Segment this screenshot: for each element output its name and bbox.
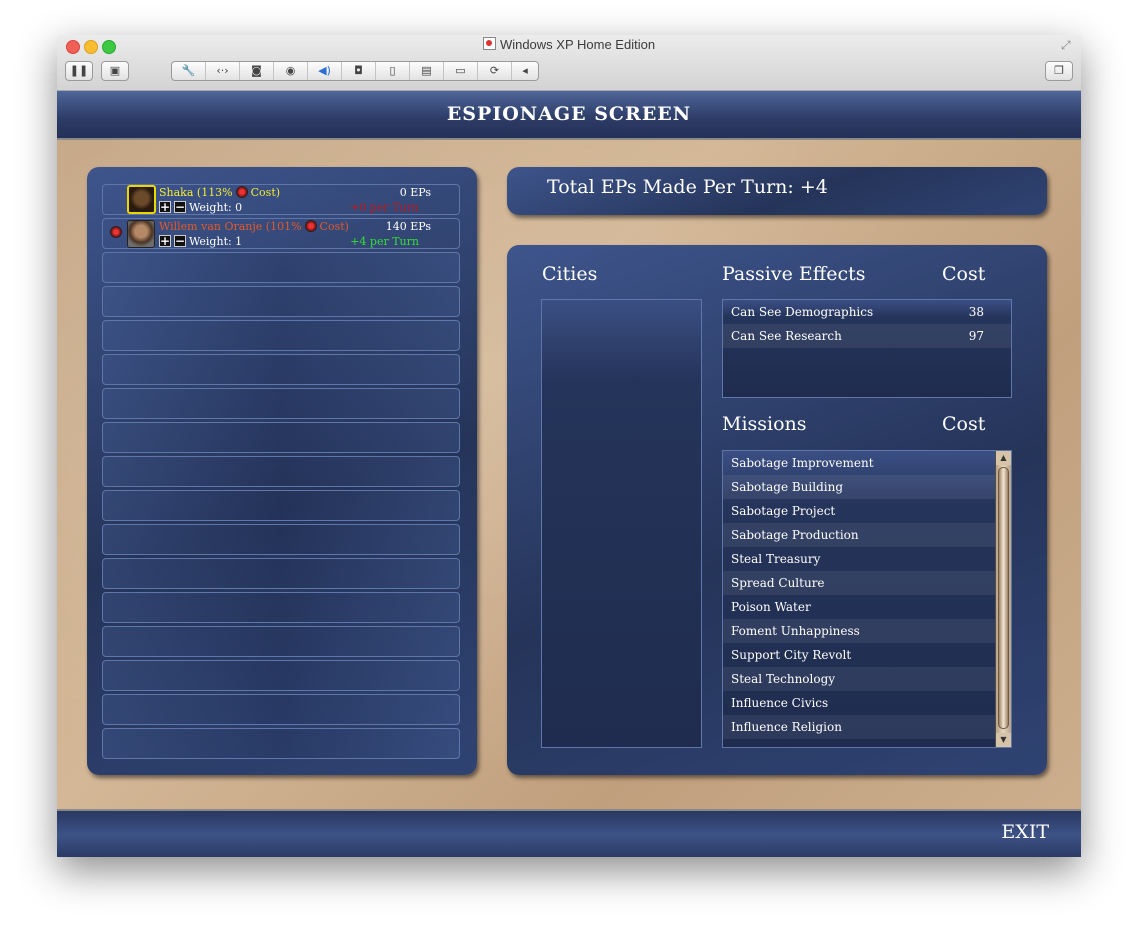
empty-civ-row [102, 252, 460, 283]
mission-item[interactable]: Sabotage Building [723, 475, 995, 499]
mission-item[interactable]: Foment Unhappiness [723, 619, 995, 643]
mission-item[interactable]: Steal Technology [723, 667, 995, 691]
usb-icon[interactable]: ▯ [376, 62, 410, 80]
camera-icon[interactable]: ◘ [342, 62, 376, 80]
weight-controls: + − [159, 235, 189, 248]
leader-portrait-willem[interactable] [127, 220, 155, 248]
snapshot-button[interactable]: ▣ [101, 61, 129, 81]
civ-row-shaka[interactable]: Shaka (113% Cost) 0 EPs + − Weight: 0 +0 p… [102, 184, 460, 215]
civ-weight: Weight: 0 [189, 201, 243, 214]
exit-button[interactable]: EXIT [1001, 821, 1049, 843]
cd-icon[interactable]: ◉ [274, 62, 308, 80]
weight-controls: + − [159, 201, 189, 214]
mission-item[interactable]: Sabotage Improvement [723, 451, 995, 475]
pause-icon: ❚❚ [69, 64, 89, 77]
pause-button[interactable]: ❚❚ [65, 61, 93, 81]
sound-icon[interactable]: ◀) [308, 62, 342, 80]
mission-item[interactable]: Sabotage Production [723, 523, 995, 547]
sync-icon[interactable]: ⟳ [478, 62, 512, 80]
mission-item[interactable]: Steal Treasury [723, 547, 995, 571]
empty-civ-row [102, 592, 460, 623]
total-eps-panel: Total EPs Made Per Turn: +4 [507, 167, 1047, 215]
storage-icon[interactable]: ▭ [444, 62, 478, 80]
civ-weight: Weight: 1 [189, 235, 243, 248]
window-title: Windows XP Home Edition [57, 37, 1081, 52]
civ-per-turn: +0 per Turn [350, 201, 419, 214]
civ-eps: 140 EPs [385, 220, 431, 233]
mission-item[interactable]: Poison Water [723, 595, 995, 619]
vm-window: Windows XP Home Edition ⤢ ❚❚ ▣ 🔧 ‹·› ◙ ◉… [57, 35, 1081, 857]
civ-list-panel: Shaka (113% Cost) 0 EPs + − Weight: 0 +0 p… [87, 167, 477, 775]
game-screen: ESPIONAGE SCREEN Shaka (113% Cost) 0 EPs … [57, 91, 1081, 857]
mission-item[interactable]: Influence Religion [723, 715, 995, 739]
disk-icon[interactable]: ◙ [240, 62, 274, 80]
scroll-up-icon[interactable]: ▲ [996, 451, 1011, 465]
missions-cost-header: Cost [942, 413, 986, 435]
window-icon: ❐ [1054, 64, 1064, 77]
empty-civ-row [102, 320, 460, 351]
civ-per-turn: +4 per Turn [350, 235, 419, 248]
empty-civ-row [102, 524, 460, 555]
passive-effects-list[interactable]: Can See Demographics 38 Can See Research 9… [722, 299, 1012, 398]
empty-civ-row [102, 558, 460, 589]
leader-portrait-shaka[interactable] [127, 185, 156, 214]
passive-effects-header: Passive Effects [722, 263, 866, 285]
missions-panel: Cities Passive Effects Cost Can See Demo… [507, 245, 1047, 775]
empty-civ-row [102, 490, 460, 521]
empty-civ-row [102, 694, 460, 725]
empty-civ-row [102, 422, 460, 453]
fullscreen-icon[interactable]: ⤢ [1061, 38, 1075, 52]
snapshot-icon: ▣ [109, 64, 121, 77]
mission-item[interactable]: Spread Culture [723, 571, 995, 595]
window-titlebar: Windows XP Home Edition ⤢ ❚❚ ▣ 🔧 ‹·› ◙ ◉… [57, 35, 1081, 91]
mission-item[interactable]: Influence Civics [723, 691, 995, 715]
civ-row-willem[interactable]: Willem van Oranje (101% Cost) 140 EPs + − … [102, 218, 460, 249]
empty-civ-row [102, 354, 460, 385]
espionage-icon [235, 186, 248, 198]
collapse-icon[interactable]: ◂ [512, 62, 538, 80]
minus-button[interactable]: − [174, 201, 186, 213]
civ-name: Willem van Oranje (101% Cost) [159, 220, 349, 233]
window-mode-button[interactable]: ❐ [1045, 61, 1073, 81]
espionage-icon [304, 220, 317, 232]
scroll-down-icon[interactable]: ▼ [996, 733, 1011, 747]
minus-button[interactable]: − [174, 235, 186, 247]
scroll-thumb[interactable] [998, 467, 1009, 729]
cities-list[interactable] [541, 299, 702, 748]
top-banner: ESPIONAGE SCREEN [57, 91, 1081, 140]
empty-civ-row [102, 626, 460, 657]
mission-item[interactable]: Sabotage Project [723, 499, 995, 523]
missions-header: Missions [722, 413, 807, 435]
passive-effect-item[interactable]: Can See Demographics 38 [723, 300, 1011, 324]
missions-list[interactable]: Sabotage Improvement Sabotage Building S… [722, 450, 1012, 748]
network-icon[interactable]: ‹·› [206, 62, 240, 80]
passive-effect-item[interactable]: Can See Research 97 [723, 324, 1011, 348]
settings-icon[interactable]: 🔧 [172, 62, 206, 80]
mission-item[interactable]: Support City Revolt [723, 643, 995, 667]
civ-eps: 0 EPs [399, 186, 431, 199]
plus-button[interactable]: + [159, 235, 171, 247]
missions-scrollbar[interactable]: ▲ ▼ [995, 451, 1011, 747]
empty-civ-row [102, 660, 460, 691]
screen-title: ESPIONAGE SCREEN [446, 103, 692, 125]
total-eps-text: Total EPs Made Per Turn: +4 [547, 176, 828, 198]
empty-civ-row [102, 456, 460, 487]
civ-name: Shaka (113% Cost) [159, 186, 281, 199]
active-espionage-icon [110, 226, 122, 238]
plus-button[interactable]: + [159, 201, 171, 213]
vm-app-icon [482, 37, 496, 50]
device-toolbar: 🔧 ‹·› ◙ ◉ ◀) ◘ ▯ ▤ ▭ ⟳ ◂ [171, 61, 539, 81]
bottom-banner: EXIT [57, 809, 1081, 857]
empty-civ-row [102, 388, 460, 419]
cities-header: Cities [542, 263, 598, 285]
passive-cost-header: Cost [942, 263, 986, 285]
empty-civ-row [102, 728, 460, 759]
empty-civ-row [102, 286, 460, 317]
printer-icon[interactable]: ▤ [410, 62, 444, 80]
